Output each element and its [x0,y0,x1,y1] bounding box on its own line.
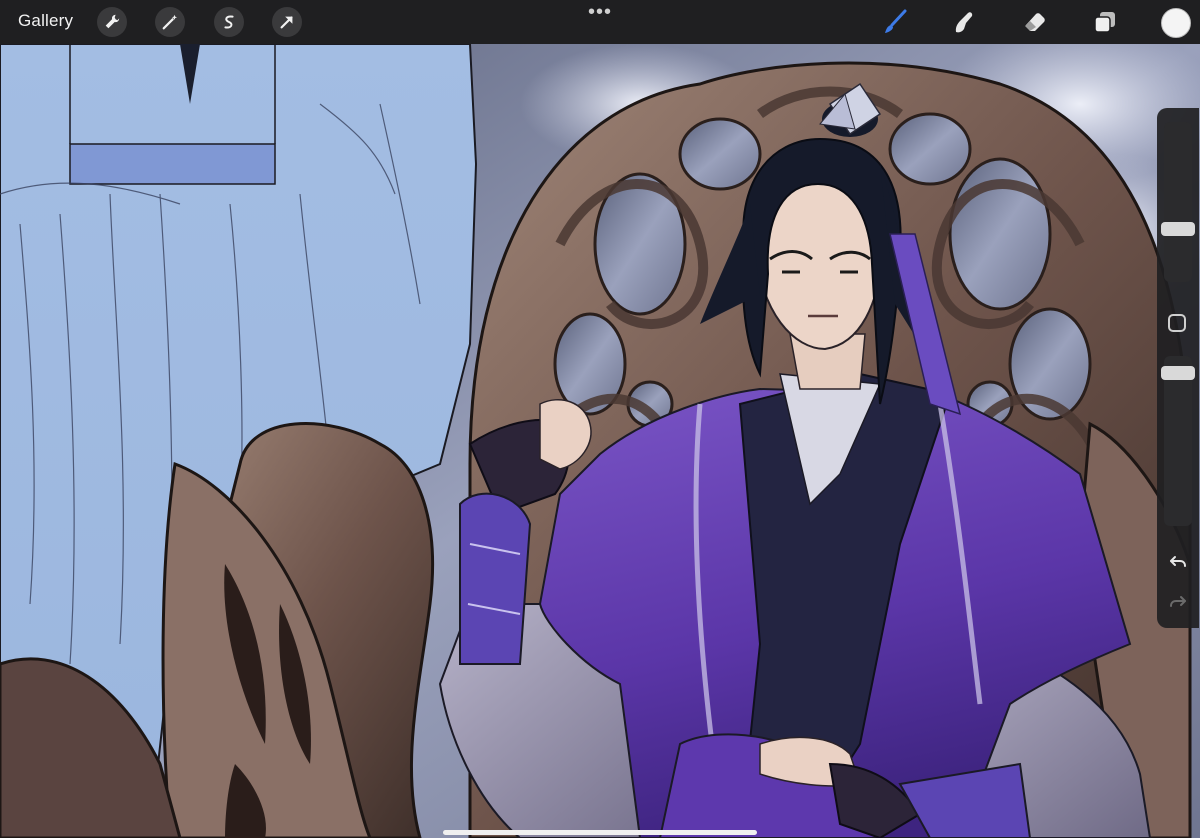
brush-icon[interactable] [879,6,911,38]
brush-size-slider[interactable] [1164,122,1192,282]
magic-wand-icon[interactable] [155,7,185,37]
smudge-icon[interactable] [948,6,980,38]
opacity-slider[interactable] [1164,356,1192,526]
redo-arrow-icon[interactable] [1168,592,1188,612]
home-indicator[interactable] [443,830,757,835]
wrench-icon[interactable] [97,7,127,37]
eraser-icon[interactable] [1019,6,1051,38]
transform-arrow-icon[interactable] [272,7,302,37]
gallery-button[interactable]: Gallery [18,11,73,31]
modify-button[interactable] [1168,314,1186,332]
drawing-canvas[interactable] [0,44,1200,838]
color-picker-swatch[interactable] [1161,8,1191,38]
top-toolbar: Gallery ••• [0,0,1200,44]
side-toolbar [1157,108,1199,628]
opacity-handle[interactable] [1161,366,1195,380]
more-options-button[interactable]: ••• [588,2,612,22]
undo-arrow-icon[interactable] [1168,552,1188,572]
layers-icon[interactable] [1089,6,1121,38]
brush-size-handle[interactable] [1161,222,1195,236]
selection-icon[interactable] [214,7,244,37]
